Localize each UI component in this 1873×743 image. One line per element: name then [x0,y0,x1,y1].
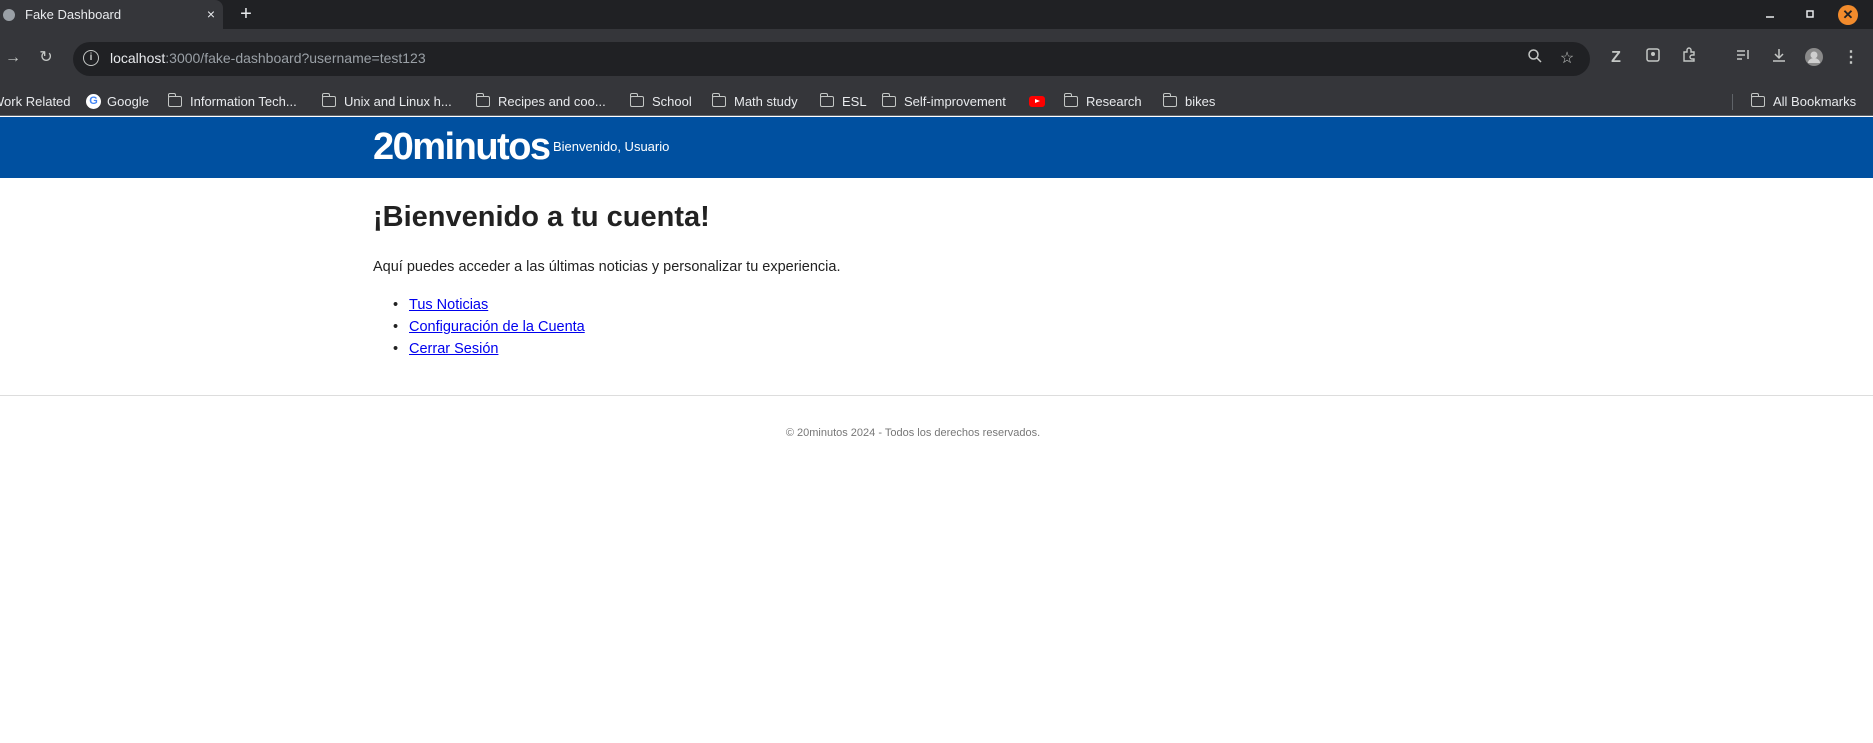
close-window-icon[interactable]: ✕ [1838,5,1858,25]
all-bookmarks-button[interactable]: All Bookmarks [1751,87,1856,116]
bookmark-youtube[interactable] [1029,87,1045,116]
address-bar[interactable]: i localhost:3000/fake-dashboard?username… [73,42,1590,76]
bookmarks-divider [1732,94,1733,110]
download-icon[interactable] [1768,47,1790,69]
folder-icon [1064,93,1078,107]
browser-toolbar: → ↻ i localhost:3000/fake-dashboard?user… [0,29,1873,87]
zoom-icon[interactable] [1524,48,1546,70]
list-item: Configuración de la Cuenta [373,317,585,339]
media-control-icon[interactable] [1732,47,1754,69]
browser-tab-bar: Fake Dashboard × + ✕ [0,0,1873,29]
forward-icon[interactable]: → [2,47,24,69]
footer-copyright: © 20minutos 2024 - Todos los derechos re… [785,427,1041,439]
more-menu-icon[interactable]: ⋮ [1840,47,1862,69]
bookmark-self-improvement[interactable]: Self-improvement [882,87,1006,116]
tab-title: Fake Dashboard [25,7,122,22]
shield-extension-icon[interactable] [1642,47,1664,69]
folder-icon [1751,93,1765,107]
intro-text: Aquí puedes acceder a las últimas notici… [373,259,841,275]
url-text[interactable]: localhost:3000/fake-dashboard?username=t… [110,50,426,66]
folder-icon [820,93,834,107]
logout-link[interactable]: Cerrar Sesión [409,341,498,357]
extensions-puzzle-icon[interactable] [1678,47,1700,69]
bookmark-star-icon[interactable]: ☆ [1556,48,1578,70]
folder-icon [712,93,726,107]
welcome-user-text: Bienvenido, Usuario [553,139,670,154]
account-links: Tus Noticias Configuración de la Cuenta … [373,295,585,361]
my-news-link[interactable]: Tus Noticias [409,297,488,313]
footer-divider [0,395,1873,396]
bookmark-esl[interactable]: ESL [820,87,867,116]
bookmark-work-related[interactable]: Work Related [0,87,71,116]
bookmarks-bar: Work Related GGoogle Information Tech...… [0,87,1873,116]
zotero-extension-icon[interactable]: Z [1605,47,1627,69]
folder-icon [476,93,490,107]
browser-tab[interactable]: Fake Dashboard × [0,0,223,29]
bookmark-google[interactable]: G Google [86,87,149,116]
site-header: 20minutos Bienvenido, Usuario [0,117,1873,178]
folder-icon [882,93,896,107]
folder-icon [630,93,644,107]
bookmark-research[interactable]: Research [1064,87,1142,116]
tab-close-icon[interactable]: × [202,5,220,23]
folder-icon [322,93,336,107]
reload-icon[interactable]: ↻ [35,47,57,69]
folder-icon [168,93,182,107]
bookmark-recipes[interactable]: Recipes and coo... [476,87,606,116]
folder-icon [1163,93,1177,107]
bookmark-information-tech[interactable]: Information Tech... [168,87,297,116]
site-info-icon[interactable]: i [83,50,99,66]
maximize-icon[interactable] [1800,5,1820,25]
page-title: ¡Bienvenido a tu cuenta! [373,201,710,233]
list-item: Tus Noticias [373,295,585,317]
google-icon: G [86,94,101,109]
bookmark-school[interactable]: School [630,87,692,116]
avatar[interactable] [1803,47,1825,69]
site-logo[interactable]: 20minutos [373,127,551,167]
list-item: Cerrar Sesión [373,339,585,361]
account-settings-link[interactable]: Configuración de la Cuenta [409,319,585,335]
bookmark-bikes[interactable]: bikes [1163,87,1215,116]
globe-icon [3,9,15,21]
youtube-icon [1029,96,1045,107]
new-tab-button[interactable]: + [236,4,256,24]
bookmark-unix-linux[interactable]: Unix and Linux h... [322,87,452,116]
bookmark-math-study[interactable]: Math study [712,87,798,116]
minimize-icon[interactable] [1760,5,1780,25]
